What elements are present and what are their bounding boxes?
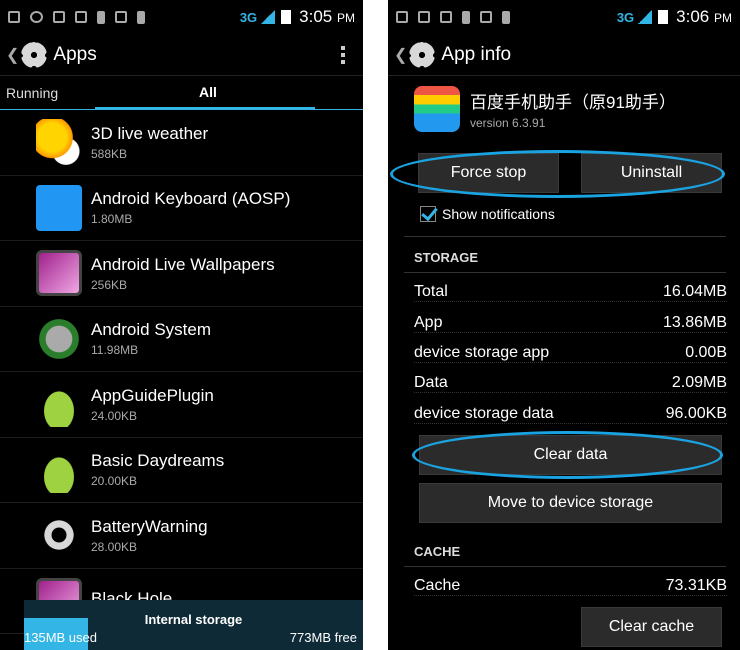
app-version: version 6.3.91 — [470, 116, 546, 130]
app-name: Android System — [91, 320, 211, 340]
app-list: 3D live weather 588KB Android Keyboard (A… — [0, 110, 363, 634]
phone-icon — [418, 11, 430, 23]
divider — [404, 272, 726, 273]
keyboard-icon — [36, 184, 82, 231]
cache-row: Cache 73.31KB — [414, 577, 727, 596]
app-size: 1.80MB — [91, 212, 133, 227]
weather-icon — [36, 119, 82, 166]
android-icon — [36, 446, 82, 493]
app-header: 百度手机助手（原91助手） version 6.3.91 — [388, 76, 740, 142]
list-item[interactable]: Android Live Wallpapers 256KB — [0, 241, 363, 307]
app-name: Android Keyboard (AOSP) — [91, 189, 291, 209]
clear-cache-button[interactable]: Clear cache — [581, 607, 722, 647]
show-notifications-label: Show notifications — [442, 206, 555, 222]
system-icon — [36, 315, 82, 362]
notification-icons — [8, 10, 240, 24]
app-size: 588KB — [91, 146, 128, 161]
tab-running[interactable]: Running — [0, 76, 95, 110]
storage-row-app: App 13.86MB — [414, 314, 727, 333]
list-item[interactable]: Android Keyboard (AOSP) 1.80MB — [0, 176, 363, 241]
keyboard-notif-icon — [115, 11, 127, 23]
sd-icon — [97, 10, 105, 24]
app-filter-tabs: Running All — [0, 76, 363, 110]
storage-used: 135MB used — [24, 630, 97, 645]
wallpaper-icon — [36, 250, 82, 297]
status-bar: 3G 3:06 PM — [388, 0, 740, 34]
storage-row-device-data: device storage data 96.00KB — [414, 405, 727, 424]
list-item[interactable]: BatteryWarning 28.00KB — [0, 503, 363, 569]
phone-icon — [53, 11, 65, 23]
status-bar: 3G 3:05 PM — [0, 0, 363, 34]
list-item[interactable]: Basic Daydreams 20.00KB — [0, 438, 363, 503]
android-icon — [36, 381, 82, 428]
settings-gear-icon[interactable] — [409, 41, 436, 68]
app-name: Android Live Wallpapers — [91, 254, 275, 274]
divider — [404, 566, 726, 567]
clear-data-button[interactable]: Clear data — [419, 435, 722, 475]
download-icon — [137, 10, 145, 24]
cache-section-header: CACHE — [414, 544, 461, 559]
app-info-screen: 3G 3:06 PM ❮ App info 百度手机助手（原91助手） vers… — [388, 0, 740, 650]
app-size: 20.00KB — [91, 474, 138, 489]
app-size: 28.00KB — [91, 539, 138, 554]
app-name: Basic Daydreams — [91, 451, 225, 471]
gear-icon — [36, 512, 82, 559]
force-stop-button[interactable]: Force stop — [418, 153, 559, 193]
overflow-menu-icon[interactable] — [333, 45, 353, 64]
storage-row-device-app: device storage app 0.00B — [414, 344, 727, 363]
back-caret-icon[interactable]: ❮ — [394, 45, 407, 65]
action-bar: ❮ Apps — [0, 34, 363, 76]
baidu-app-icon — [414, 86, 460, 132]
app-name: 3D live weather — [91, 123, 209, 143]
app-size: 256KB — [91, 277, 128, 292]
network-type: 3G — [239, 9, 258, 25]
notification-icons — [396, 10, 617, 24]
tab-all[interactable]: All — [95, 76, 315, 110]
move-to-device-storage-button[interactable]: Move to device storage — [419, 483, 722, 523]
network-type: 3G — [616, 9, 635, 25]
usb-icon — [440, 11, 452, 23]
notification-icon — [8, 11, 20, 23]
app-size: 24.00KB — [91, 408, 138, 423]
battery-icon — [281, 10, 292, 24]
uninstall-button[interactable]: Uninstall — [581, 153, 722, 193]
back-caret-icon[interactable]: ❮ — [6, 45, 19, 65]
keyboard-notif-icon — [480, 11, 492, 23]
usb-icon — [75, 11, 87, 23]
page-title: App info — [441, 43, 512, 65]
notification-icon — [396, 11, 408, 23]
status-clock: 3:05 PM — [299, 7, 355, 26]
battery-icon — [658, 10, 669, 24]
internal-storage-bar: Internal storage 135MB used 773MB free — [24, 600, 363, 650]
show-notifications-checkbox[interactable]: Show notifications — [420, 206, 555, 222]
storage-row-data: Data 2.09MB — [414, 374, 727, 393]
apps-screen: 3G 3:05 PM ❮ Apps Running All 3D live we… — [0, 0, 363, 650]
app-name: BatteryWarning — [91, 516, 208, 536]
divider — [404, 236, 726, 237]
list-item[interactable]: Android System 11.98MB — [0, 307, 363, 372]
download-icon — [502, 10, 510, 24]
action-bar: ❮ App info — [388, 34, 740, 76]
signal-icon — [261, 10, 276, 24]
app-size: 11.98MB — [91, 343, 139, 358]
storage-label: Internal storage — [144, 612, 243, 627]
app-name: 百度手机助手（原91助手） — [470, 93, 676, 112]
status-clock: 3:06 PM — [676, 7, 732, 26]
storage-row-total: Total 16.04MB — [414, 283, 727, 302]
signal-icon — [638, 10, 653, 24]
app-name: AppGuidePlugin — [91, 385, 214, 405]
storage-section-header: STORAGE — [414, 250, 479, 265]
sd-icon — [462, 10, 470, 24]
wifi-icon — [30, 11, 43, 23]
settings-gear-icon[interactable] — [21, 41, 48, 68]
checkbox-icon — [420, 206, 436, 222]
list-item[interactable]: 3D live weather 588KB — [0, 110, 363, 176]
list-item[interactable]: AppGuidePlugin 24.00KB — [0, 372, 363, 438]
storage-free: 773MB free — [289, 630, 357, 645]
page-title: Apps — [53, 43, 97, 65]
